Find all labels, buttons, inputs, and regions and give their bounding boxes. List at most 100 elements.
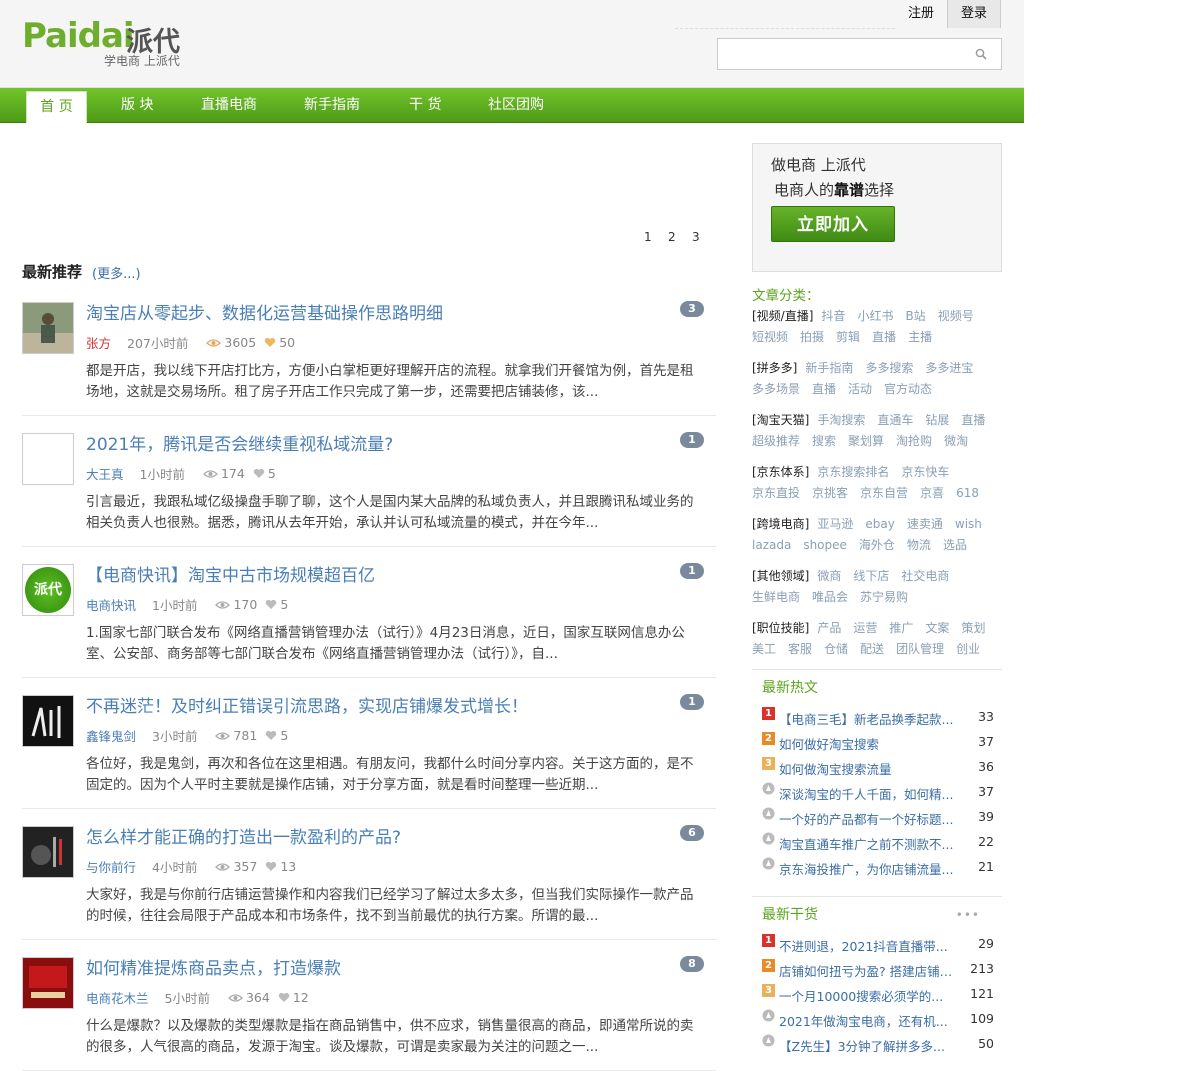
category-tag[interactable]: 仓储 [824, 642, 848, 656]
category-tag[interactable]: 聚划算 [848, 434, 884, 448]
hot-article-link[interactable]: 【电商三毛】新老品换季起款... [779, 709, 954, 728]
category-tag[interactable]: 策划 [961, 621, 985, 635]
category-tag[interactable]: 抖音 [821, 309, 845, 323]
hot-article-link[interactable]: 京东海投推广，为你店铺流量... [779, 859, 954, 878]
author-avatar[interactable]: 派代 [22, 564, 74, 616]
category-tag[interactable]: 主播 [908, 330, 932, 344]
category-tag[interactable]: B站 [905, 309, 925, 323]
category-tag[interactable]: 社交电商 [901, 569, 949, 583]
category-tag[interactable]: 京东直投 [752, 486, 800, 500]
category-tag[interactable]: 客服 [788, 642, 812, 656]
category-tag[interactable]: 钻展 [925, 413, 949, 427]
nav-boards[interactable]: 版 块 [121, 88, 153, 123]
category-tag[interactable]: 618 [956, 486, 979, 500]
category-tag[interactable]: 活动 [848, 382, 872, 396]
nav-beginner-guide[interactable]: 新手指南 [304, 88, 360, 123]
hot-article-link[interactable]: 淘宝直通车推广之前不测款不... [779, 834, 954, 853]
slider-page-1[interactable]: 1 [644, 230, 652, 244]
category-tag[interactable]: 京东快车 [901, 465, 949, 479]
category-tag[interactable]: 直播 [872, 330, 896, 344]
site-logo[interactable]: Paidai 派代 学电商 上派代 [22, 16, 202, 76]
category-tag[interactable]: 配送 [860, 642, 884, 656]
article-author[interactable]: 鑫锋鬼剑 [86, 726, 136, 745]
category-tag[interactable]: 小红书 [857, 309, 893, 323]
category-tag[interactable]: 京东搜索排名 [817, 465, 889, 479]
category-tag[interactable]: 官方动态 [884, 382, 932, 396]
category-tag[interactable]: 拍摄 [800, 330, 824, 344]
slider-page-3[interactable]: 3 [692, 230, 700, 244]
category-tag[interactable]: 唯品会 [812, 590, 848, 604]
category-tag[interactable]: 淘抢购 [896, 434, 932, 448]
category-tag[interactable]: 直播 [961, 413, 985, 427]
hot-article-link[interactable]: 如何做好淘宝搜索 [779, 734, 954, 753]
category-tag[interactable]: wish [955, 517, 982, 531]
hot-article-link[interactable]: 深谈淘宝的千人千面，如何精... [779, 784, 954, 803]
register-link[interactable]: 注册 [895, 0, 947, 28]
category-tag[interactable]: 苏宁易购 [860, 590, 908, 604]
category-tag[interactable]: 美工 [752, 642, 776, 656]
category-tag[interactable]: 微商 [817, 569, 841, 583]
category-tag[interactable]: 直播 [812, 382, 836, 396]
category-tag[interactable]: 创业 [956, 642, 980, 656]
article-author[interactable]: 张方 [86, 333, 111, 352]
author-avatar[interactable] [22, 695, 74, 747]
author-avatar[interactable] [22, 826, 74, 878]
category-tag[interactable]: 搜索 [812, 434, 836, 448]
category-tag[interactable]: 京东自营 [860, 486, 908, 500]
category-tag[interactable]: 文案 [925, 621, 949, 635]
category-tag[interactable]: 团队管理 [896, 642, 944, 656]
category-tag[interactable]: 速卖通 [907, 517, 943, 531]
article-title[interactable]: 淘宝店从零起步、数据化运营基础操作思路明细 [86, 299, 443, 324]
nav-live-ecommerce[interactable]: 直播电商 [201, 88, 257, 123]
nav-dry-goods[interactable]: 干 货 [409, 88, 441, 123]
dry-article-link[interactable]: 店铺如何扭亏为盈? 搭建店铺全... [779, 961, 954, 980]
article-title[interactable]: 不再迷茫！及时纠正错误引流思路，实现店铺爆发式增长！ [86, 692, 528, 717]
category-tag[interactable]: ebay [865, 517, 894, 531]
category-tag[interactable]: 多多场景 [752, 382, 800, 396]
category-tag[interactable]: 多多进宝 [925, 361, 973, 375]
dry-article-link[interactable]: 不进则退，2021抖音直播带... [779, 936, 954, 955]
category-tag[interactable]: 线下店 [853, 569, 889, 583]
category-tag[interactable]: 京挑客 [812, 486, 848, 500]
slider-page-2[interactable]: 2 [668, 230, 676, 244]
article-author[interactable]: 大王真 [86, 464, 124, 483]
category-tag[interactable]: 海外仓 [859, 538, 895, 552]
category-tag[interactable]: 超级推荐 [752, 434, 800, 448]
nav-community-group-buy[interactable]: 社区团购 [488, 88, 544, 123]
article-author[interactable]: 与你前行 [86, 857, 136, 876]
article-title[interactable]: 怎么样才能正确的打造出一款盈利的产品? [86, 823, 401, 848]
dry-article-link[interactable]: 【Z先生】3分钟了解拼多多... [779, 1036, 954, 1055]
hot-article-link[interactable]: 一个好的产品都有一个好标题... [779, 809, 954, 828]
category-tag[interactable]: 微淘 [944, 434, 968, 448]
author-avatar[interactable] [22, 433, 74, 485]
author-avatar[interactable] [22, 957, 74, 1009]
login-link[interactable]: 登录 [947, 0, 1002, 28]
search-icon[interactable] [975, 48, 987, 60]
category-tag[interactable]: 直通车 [877, 413, 913, 427]
category-tag[interactable]: 运营 [853, 621, 877, 635]
category-tag[interactable]: 多多搜索 [865, 361, 913, 375]
article-author[interactable]: 电商快讯 [86, 595, 136, 614]
category-tag[interactable]: 京喜 [920, 486, 944, 500]
category-tag[interactable]: 短视频 [752, 330, 788, 344]
category-tag[interactable]: 选品 [943, 538, 967, 552]
article-author[interactable]: 电商花木兰 [86, 988, 149, 1007]
dry-article-link[interactable]: 一个月10000搜索必须学的... [779, 986, 954, 1005]
category-tag[interactable]: 推广 [889, 621, 913, 635]
category-tag[interactable]: 视频号 [938, 309, 974, 323]
category-tag[interactable]: 亚马逊 [817, 517, 853, 531]
category-tag[interactable]: 产品 [817, 621, 841, 635]
article-title[interactable]: 2021年，腾讯是否会继续重视私域流量? [86, 430, 393, 455]
dry-goods-more[interactable]: ••• [956, 908, 980, 922]
category-tag[interactable]: lazada [752, 538, 791, 552]
category-tag[interactable]: 生鲜电商 [752, 590, 800, 604]
category-tag[interactable]: 剪辑 [836, 330, 860, 344]
article-title[interactable]: 【电商快讯】淘宝中古市场规模超百亿 [86, 561, 375, 586]
latest-more-link[interactable]: (更多...) [92, 263, 141, 282]
article-title[interactable]: 如何精准提炼商品卖点，打造爆款 [86, 954, 341, 979]
category-tag[interactable]: 物流 [907, 538, 931, 552]
category-tag[interactable]: 手淘搜索 [817, 413, 865, 427]
nav-home[interactable]: 首 页 [26, 91, 87, 123]
hot-article-link[interactable]: 如何做淘宝搜索流量 [779, 759, 954, 778]
category-tag[interactable]: 新手指南 [805, 361, 853, 375]
